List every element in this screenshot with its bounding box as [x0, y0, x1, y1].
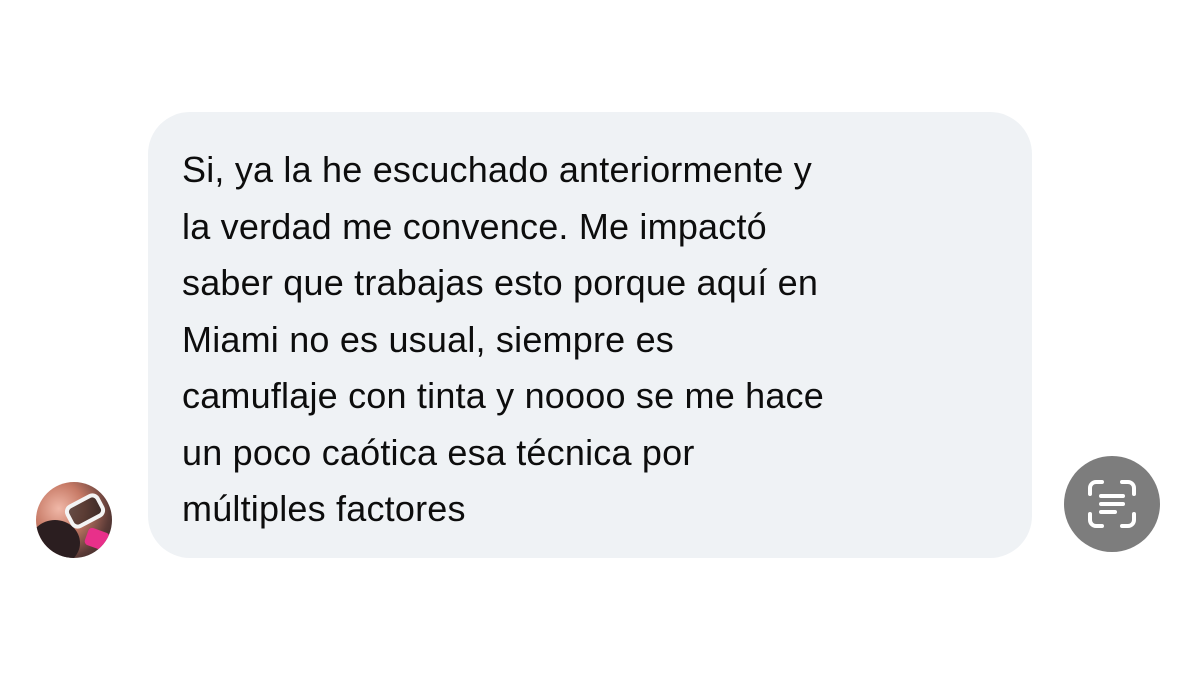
message-row: Si, ya la he escuchado anteriormente y l…	[0, 0, 1200, 675]
text-scan-icon	[1088, 480, 1136, 528]
avatar[interactable]	[36, 482, 112, 558]
avatar-pink-accent	[83, 526, 111, 552]
text-scan-button[interactable]	[1064, 456, 1160, 552]
message-bubble[interactable]: Si, ya la he escuchado anteriormente y l…	[148, 112, 1032, 558]
message-text: Si, ya la he escuchado anteriormente y l…	[182, 149, 824, 529]
